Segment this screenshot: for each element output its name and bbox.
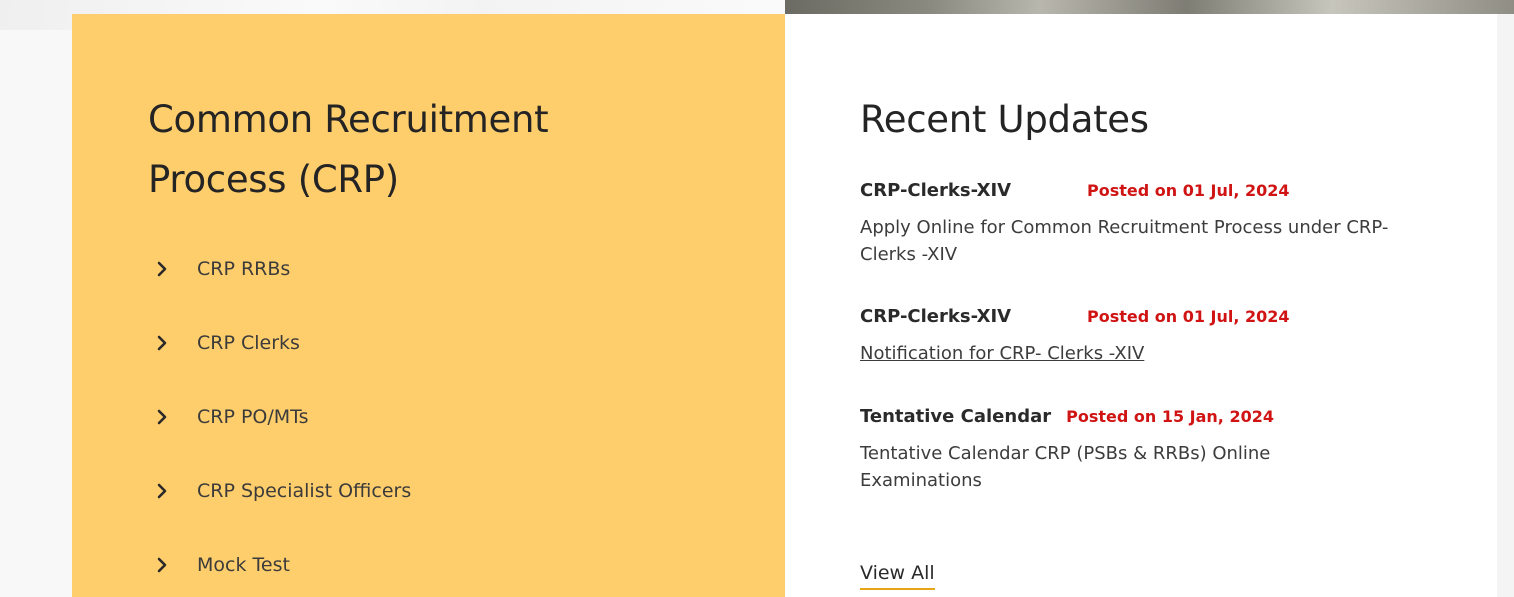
update-notification-link[interactable]: Notification for CRP- Clerks -XIV: [860, 340, 1144, 367]
crp-link-clerks[interactable]: CRP Clerks: [148, 306, 411, 380]
update-date: Posted on 15 Jan, 2024: [1066, 407, 1274, 426]
update-header: Tentative Calendar Posted on 15 Jan, 202…: [860, 406, 1440, 436]
update-description: Apply Online for Common Recruitment Proc…: [860, 217, 1389, 265]
chevron-right-icon: [156, 250, 182, 288]
update-date: Posted on 01 Jul, 2024: [1087, 307, 1290, 326]
chevron-right-icon: [156, 472, 182, 510]
recent-updates-panel: Recent Updates CRP-Clerks-XIV Posted on …: [785, 14, 1497, 597]
chevron-right-icon: [156, 546, 182, 584]
crp-link-rrbs[interactable]: CRP RRBs: [148, 232, 411, 306]
crp-link-label: CRP Clerks: [197, 332, 300, 354]
chevron-right-icon: [156, 398, 182, 436]
update-description: Tentative Calendar CRP (PSBs & RRBs) Onl…: [860, 443, 1271, 491]
crp-link-label: Mock Test: [197, 554, 290, 576]
crp-link-list: CRP RRBs CRP Clerks CRP PO/MTs CRP Speci…: [148, 232, 411, 597]
update-name: CRP-Clerks-XIV: [860, 180, 1012, 201]
banner-image-strip: [785, 0, 1514, 14]
page-edge: [1497, 14, 1514, 597]
crp-link-specialist-officers[interactable]: CRP Specialist Officers: [148, 454, 411, 528]
crp-link-mock-test[interactable]: Mock Test: [148, 528, 411, 597]
view-all-link[interactable]: View All: [860, 562, 935, 590]
crp-panel: Common Recruitment Process (CRP) CRP RRB…: [72, 14, 785, 597]
update-date: Posted on 01 Jul, 2024: [1087, 181, 1290, 200]
update-item: CRP-Clerks-XIV Posted on 01 Jul, 2024 Ap…: [860, 180, 1440, 268]
update-item: CRP-Clerks-XIV Posted on 01 Jul, 2024 No…: [860, 306, 1440, 367]
update-header: CRP-Clerks-XIV Posted on 01 Jul, 2024: [860, 180, 1440, 210]
crp-title: Common Recruitment Process (CRP): [148, 98, 549, 201]
crp-link-label: CRP PO/MTs: [197, 406, 309, 428]
update-header: CRP-Clerks-XIV Posted on 01 Jul, 2024: [860, 306, 1440, 336]
update-name: CRP-Clerks-XIV: [860, 306, 1012, 327]
crp-link-label: CRP RRBs: [197, 258, 291, 280]
chevron-right-icon: [156, 324, 182, 362]
page: Common Recruitment Process (CRP) CRP RRB…: [0, 0, 1514, 597]
update-name: Tentative Calendar: [860, 406, 1052, 427]
update-item: Tentative Calendar Posted on 15 Jan, 202…: [860, 406, 1440, 494]
crp-link-label: CRP Specialist Officers: [197, 480, 412, 502]
recent-updates-title: Recent Updates: [860, 98, 1149, 141]
crp-link-po-mts[interactable]: CRP PO/MTs: [148, 380, 411, 454]
